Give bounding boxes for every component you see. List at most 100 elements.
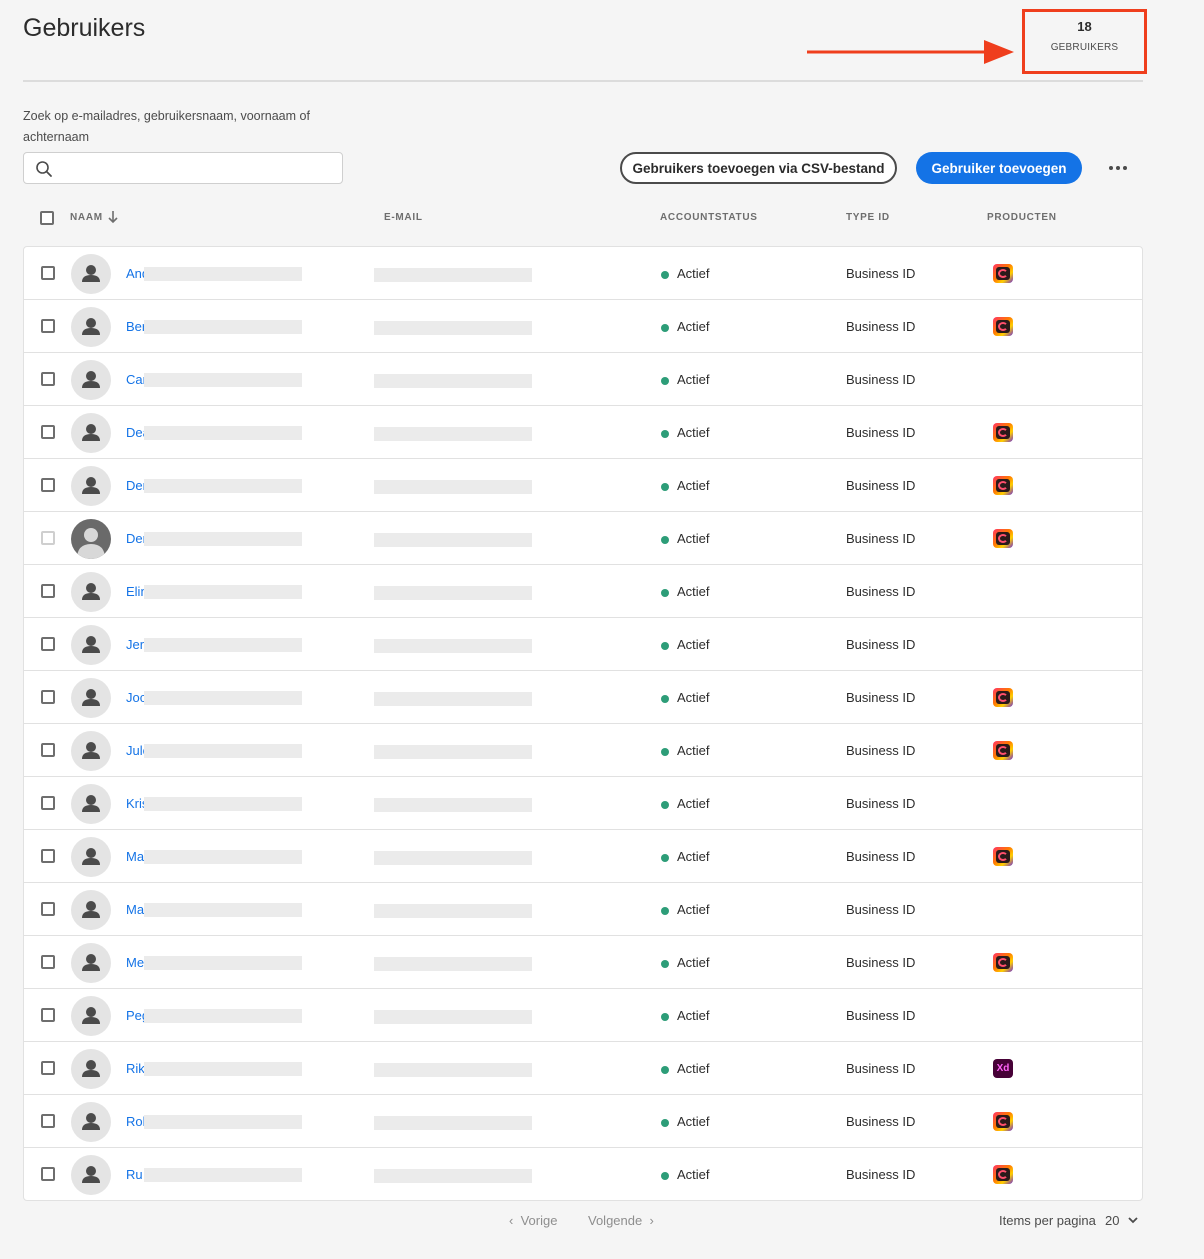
add-user-button[interactable]: Gebruiker toevoegen [916,152,1082,184]
user-name-link[interactable]: Ber [126,319,146,334]
user-name-link[interactable]: Der [126,531,146,546]
items-per-page-label: Items per pagina [999,1213,1096,1228]
row-checkbox[interactable] [41,955,55,969]
arrow-icon [807,40,1014,64]
user-name-link[interactable]: Ma [126,902,146,917]
user-name-link[interactable]: Car [126,372,146,387]
table-row[interactable]: Ma Actief Business ID [24,830,1142,883]
table-row[interactable]: Dea Actief Business ID [24,406,1142,459]
row-checkbox[interactable] [41,690,55,704]
table-row[interactable]: Ru Actief Business ID [24,1148,1142,1200]
row-checkbox[interactable] [41,637,55,651]
user-name-link[interactable]: Jule [126,743,146,758]
header-divider [23,80,1143,82]
row-checkbox[interactable] [41,425,55,439]
redacted-email [374,904,532,918]
column-header-email: E-MAIL [384,212,423,223]
id-type: Business ID [846,478,916,493]
search-icon [36,161,52,177]
add-users-csv-button[interactable]: Gebruikers toevoegen via CSV-bestand [620,152,897,184]
row-checkbox[interactable] [41,743,55,757]
row-checkbox[interactable] [41,849,55,863]
table-row[interactable]: Ber Actief Business ID [24,300,1142,353]
user-name-link[interactable]: Rik [126,1061,146,1076]
user-name-link[interactable]: Dea [126,425,146,440]
user-name-link[interactable]: Kris [126,796,146,811]
status-dot [661,854,669,862]
search-input[interactable] [60,157,336,179]
select-all-checkbox[interactable] [40,211,54,225]
table-row[interactable]: Rol Actief Business ID [24,1095,1142,1148]
table-row[interactable]: Rik Actief Business ID Xd [24,1042,1142,1095]
row-checkbox[interactable] [41,478,55,492]
table-row[interactable]: Joc Actief Business ID [24,671,1142,724]
id-type: Business ID [846,584,916,599]
table-row[interactable]: Elin Actief Business ID [24,565,1142,618]
redacted-email [374,480,532,494]
redacted-name [144,744,302,758]
account-status: Actief [677,1008,710,1023]
user-name-link[interactable]: Der [126,478,146,493]
user-icon [71,1102,111,1142]
user-name-link[interactable]: Ru [126,1167,146,1182]
next-page-button[interactable]: Volgende › [588,1213,654,1228]
user-name-link[interactable]: Peg [126,1008,146,1023]
items-per-page-select[interactable]: 20 [1105,1213,1119,1228]
user-name-link[interactable]: Ma [126,849,146,864]
user-name-link[interactable]: Joc [126,690,146,705]
user-icon [71,413,111,453]
previous-page-button[interactable]: ‹ Vorige [509,1213,557,1228]
redacted-email [374,745,532,759]
user-name-link[interactable]: Rol [126,1114,146,1129]
status-dot [661,536,669,544]
row-checkbox[interactable] [41,796,55,810]
id-type: Business ID [846,743,916,758]
account-status: Actief [677,319,710,334]
status-dot [661,1013,669,1021]
user-icon [71,678,111,718]
account-status: Actief [677,1114,710,1129]
more-icon[interactable] [1105,158,1131,178]
row-checkbox[interactable] [41,1114,55,1128]
table-row[interactable]: Kris Actief Business ID [24,777,1142,830]
row-checkbox[interactable] [41,902,55,916]
redacted-name [144,373,302,387]
id-type: Business ID [846,1114,916,1129]
table-row[interactable]: Jero Actief Business ID [24,618,1142,671]
sort-down-icon[interactable] [107,210,119,224]
table-row[interactable]: Peg Actief Business ID [24,989,1142,1042]
row-checkbox[interactable] [41,1167,55,1181]
user-icon [71,1155,111,1195]
table-row[interactable]: Jule Actief Business ID [24,724,1142,777]
table-row[interactable]: And Actief Business ID [24,247,1142,300]
users-table: And Actief Business ID Ber Actief Business ID… [23,246,1143,1201]
user-name-link[interactable]: And [126,266,146,281]
account-status: Actief [677,902,710,917]
account-status: Actief [677,955,710,970]
column-header-name[interactable]: NAAM [70,212,103,223]
user-name-link[interactable]: Jero [126,637,146,652]
search-field[interactable] [23,152,343,184]
account-status: Actief [677,637,710,652]
table-row[interactable]: Der Actief Business ID [24,459,1142,512]
table-row[interactable]: Der Actief Business ID [24,512,1142,565]
row-checkbox[interactable] [41,1061,55,1075]
row-checkbox[interactable] [41,584,55,598]
status-dot [661,271,669,279]
user-name-link[interactable]: Elin [126,584,146,599]
redacted-email [374,639,532,653]
table-row[interactable]: Me Actief Business ID [24,936,1142,989]
user-name-link[interactable]: Me [126,955,146,970]
cc-icon [993,317,1013,336]
account-status: Actief [677,266,710,281]
row-checkbox[interactable] [41,1008,55,1022]
redacted-email [374,798,532,812]
chevron-down-icon[interactable] [1127,1215,1139,1225]
row-checkbox[interactable] [41,372,55,386]
redacted-name [144,1062,302,1076]
row-checkbox[interactable] [41,319,55,333]
row-checkbox[interactable] [41,266,55,280]
table-row[interactable]: Ma Actief Business ID [24,883,1142,936]
table-row[interactable]: Car Actief Business ID [24,353,1142,406]
redacted-name [144,1009,302,1023]
